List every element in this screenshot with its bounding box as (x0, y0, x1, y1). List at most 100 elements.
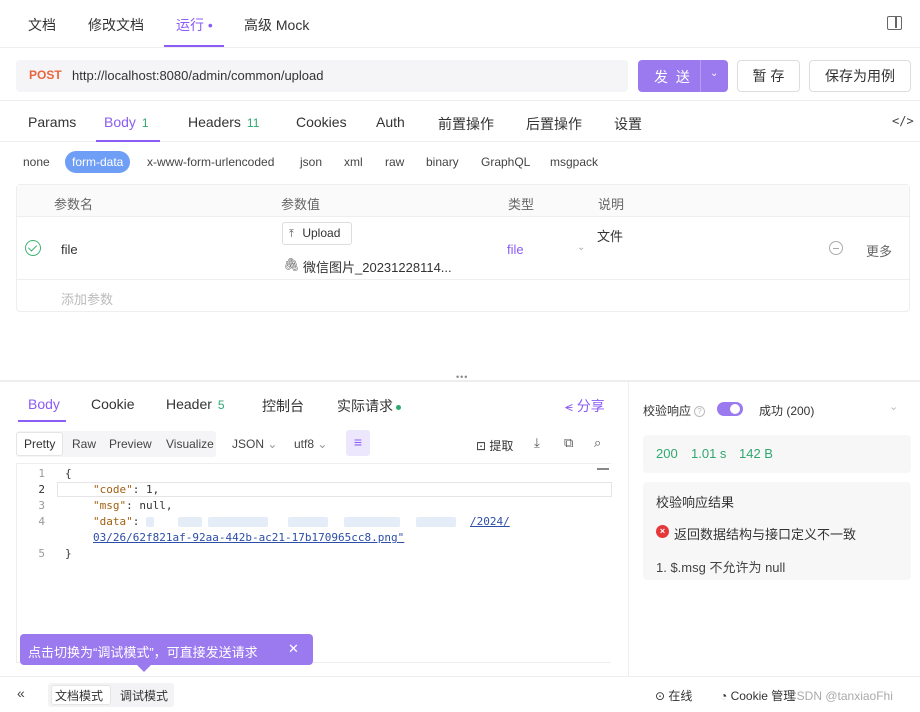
response-tab-console[interactable]: 控制台 (262, 396, 304, 416)
table-header: 参数名 参数值 类型 说明 (17, 185, 909, 217)
response-stats: 200 1.01 s 142 B (643, 435, 911, 473)
http-method[interactable]: POST (29, 68, 62, 82)
tab-doc[interactable]: 文档 (28, 15, 56, 35)
count-badge: 11 (246, 116, 260, 130)
table-row: file ⤒ Upload 🖇 微信图片_20231228114... file… (17, 217, 909, 280)
tab-cookies[interactable]: Cookies (296, 114, 347, 130)
encoding-select[interactable]: utf8 ⌄ (294, 437, 327, 451)
word-wrap-icon[interactable]: ≡ (346, 430, 370, 456)
send-button[interactable]: 发 送 ⌄ (638, 60, 728, 92)
params-table: 参数名 参数值 类型 说明 file ⤒ Upload 🖇 微信图片_20231… (16, 184, 910, 312)
param-name[interactable]: file (61, 242, 78, 257)
response-tab-actual-request[interactable]: 实际请求 (337, 396, 401, 416)
body-type-msgpack[interactable]: msgpack (550, 155, 598, 169)
tab-label: 后置操作 (526, 116, 582, 132)
tab-edit-doc[interactable]: 修改文档 (88, 15, 144, 35)
tab-body[interactable]: Body 1 (104, 114, 149, 130)
response-tab-body[interactable]: Body (28, 396, 60, 412)
verify-toggle[interactable] (717, 402, 743, 416)
json-value: 1, (139, 483, 160, 496)
verify-status[interactable]: 成功 (200) (759, 402, 814, 419)
tab-advanced-mock[interactable]: 高级 Mock (244, 15, 309, 35)
remove-circle-icon[interactable] (829, 241, 843, 255)
tab-post-ops[interactable]: 后置操作 (526, 114, 582, 134)
format-visualize[interactable]: Visualize (166, 437, 214, 451)
body-type-form-data[interactable]: form-data (65, 151, 131, 173)
chevron-down-icon: ⌄ (267, 437, 278, 451)
search-icon[interactable]: ⌕ (594, 435, 601, 451)
scroll-indicator (597, 468, 609, 476)
verify-result-box: 校验响应结果 × 返回数据结构与接口定义不一致 1. $.msg 不允许为 nu… (643, 482, 911, 580)
help-icon[interactable]: ? (694, 406, 706, 417)
json-url-value[interactable]: 03/26/62f821af-92aa-442b-ac21-17b170965c… (93, 531, 404, 544)
cookie-manager-button[interactable]: ◔ Cookie 管理 (720, 687, 795, 704)
add-param-input[interactable]: 添加参数 (61, 289, 113, 308)
format-select[interactable]: JSON ⌄ (232, 437, 277, 451)
line-number: 4 (38, 515, 45, 528)
split-panel-icon[interactable] (887, 16, 902, 30)
body-type-none[interactable]: none (23, 155, 50, 169)
verify-label: 校验响应? (643, 402, 706, 419)
close-icon[interactable]: ✕ (288, 641, 299, 657)
code-icon[interactable]: </> (892, 114, 914, 128)
tab-run[interactable]: 运行 • (176, 15, 213, 35)
check-circle-icon[interactable] (25, 240, 41, 256)
mode-switch: 文档模式 调试模式 (48, 683, 174, 707)
copy-icon[interactable]: ⧉ (564, 435, 573, 451)
verify-label-text: 校验响应 (643, 404, 692, 418)
body-type-graphql[interactable]: GraphQL (481, 155, 530, 169)
response-tab-header[interactable]: Header 5 (166, 396, 225, 412)
download-icon[interactable]: ⤓ (534, 435, 540, 451)
extract-button[interactable]: ⊡ 提取 (476, 437, 513, 454)
json-key: "code" (93, 483, 133, 496)
format-raw[interactable]: Raw (72, 437, 96, 451)
tab-params[interactable]: Params (28, 114, 76, 130)
json-url-value[interactable]: /2024/ (470, 515, 510, 528)
chevron-down-icon[interactable]: ⌄ (710, 68, 718, 79)
column-header: 参数值 (281, 197, 321, 212)
doc-mode-button[interactable]: 文档模式 (55, 687, 103, 704)
stash-button[interactable]: 暂 存 (737, 60, 800, 92)
check-circle-icon: ⊙ (655, 689, 666, 703)
active-tab-indicator (18, 420, 66, 422)
redacted-block (416, 517, 456, 527)
upload-label: Upload (302, 226, 341, 240)
url-bar[interactable]: POST http://localhost:8080/admin/common/… (16, 60, 628, 92)
save-as-case-button[interactable]: 保存为用例 (809, 60, 911, 92)
url-input[interactable]: http://localhost:8080/admin/common/uploa… (72, 68, 324, 83)
tab-headers[interactable]: Headers 11 (188, 114, 259, 130)
body-type-xml[interactable]: xml (344, 155, 363, 169)
debug-mode-button[interactable]: 调试模式 (120, 687, 168, 704)
param-description[interactable]: 文件 (597, 226, 623, 245)
tab-label: Cookies (296, 114, 347, 130)
body-type-binary[interactable]: binary (426, 155, 459, 169)
format-pretty[interactable]: Pretty (16, 432, 64, 456)
response-tab-cookie[interactable]: Cookie (91, 396, 135, 412)
share-button[interactable]: ⪪ 分享 (565, 396, 605, 416)
response-code-viewer[interactable]: 1 2 3 4 5 { "code": 1, "msg": null, "dat… (16, 463, 612, 663)
code-line: "data": /2024/ (93, 515, 510, 528)
format-preview[interactable]: Preview (109, 437, 152, 451)
body-type-json[interactable]: json (300, 155, 322, 169)
paperclip-icon: 🖇 (283, 257, 300, 272)
online-status[interactable]: ⊙ 在线 (655, 687, 692, 704)
drag-handle-icon[interactable]: ••• (456, 372, 468, 382)
more-button[interactable]: 更多 (866, 241, 892, 260)
column-header: 说明 (598, 197, 625, 212)
upload-button[interactable]: ⤒ Upload (282, 222, 352, 245)
json-value: null, (132, 499, 173, 512)
tab-settings[interactable]: 设置 (614, 114, 642, 134)
file-name[interactable]: 微信图片_20231228114... (303, 257, 452, 276)
body-type-urlencoded[interactable]: x-www-form-urlencoded (147, 155, 274, 169)
redacted-block (208, 517, 268, 527)
body-type-raw[interactable]: raw (385, 155, 404, 169)
chevron-down-icon[interactable]: ⌄ (889, 400, 898, 413)
chevron-down-icon[interactable]: ⌄ (577, 242, 585, 253)
collapse-icon[interactable]: « (17, 685, 25, 701)
tab-pre-ops[interactable]: 前置操作 (438, 114, 494, 134)
param-type-select[interactable]: file (507, 242, 524, 257)
code-line: 03/26/62f821af-92aa-442b-ac21-17b170965c… (93, 531, 404, 544)
line-number: 3 (38, 499, 45, 512)
json-key: "data" (93, 515, 133, 528)
tab-auth[interactable]: Auth (376, 114, 405, 130)
